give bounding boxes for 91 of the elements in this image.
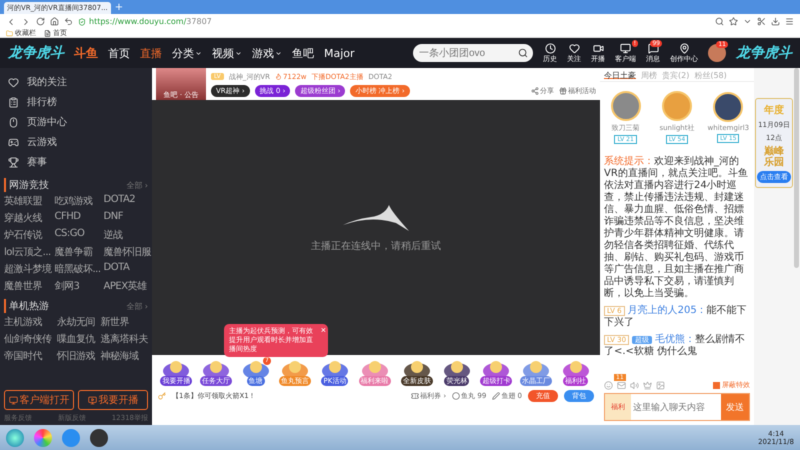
undo-icon[interactable] [64, 17, 73, 26]
category-link[interactable]: DOTA2 [104, 194, 152, 208]
caret-icon [235, 50, 242, 56]
category-link[interactable]: CS:GO [54, 228, 101, 242]
coupon-icon [411, 392, 420, 400]
sidebar-item[interactable]: 我的关注 [4, 72, 148, 92]
live-icon [88, 396, 96, 404]
sidebar-item[interactable]: 赛事 [4, 152, 148, 172]
category-link[interactable]: 魔兽怀旧服 [104, 245, 152, 259]
live-icon [592, 42, 604, 54]
share-icon [531, 86, 539, 94]
key-icon [158, 392, 166, 400]
home-icon[interactable] [50, 17, 59, 26]
message-icon [648, 42, 658, 54]
sidebar-button[interactable]: 客户端打开 [4, 390, 74, 410]
caret-icon [275, 50, 282, 56]
category-link[interactable]: 帝国时代 [4, 349, 52, 363]
client-icon [620, 42, 631, 54]
category-link[interactable]: lol云顶之... [4, 245, 52, 259]
fish-icon [341, 202, 411, 232]
site-logo[interactable]: 斗鱼 [74, 44, 98, 62]
nav-link[interactable]: 首页 [108, 46, 130, 60]
browser-icon[interactable] [34, 428, 52, 446]
category-link[interactable]: 喋血复仇 [57, 332, 95, 346]
nav-link[interactable]: 视频 [212, 46, 242, 60]
nav-link[interactable]: 鱼吧 [292, 46, 314, 60]
download-icon[interactable] [771, 17, 780, 26]
client-icon [8, 396, 18, 404]
category-link[interactable]: CFHD [54, 211, 101, 225]
nav-link[interactable]: 游戏 [252, 46, 282, 60]
menu-icon[interactable] [785, 17, 794, 26]
nav-link[interactable]: 直播 [140, 46, 162, 60]
caret-icon [195, 50, 202, 56]
scissors-icon[interactable] [757, 17, 766, 26]
category-link[interactable]: 永劫无间 [57, 315, 95, 329]
reload-icon[interactable] [36, 17, 45, 26]
category-link[interactable]: 炉石传说 [4, 228, 52, 242]
category-link[interactable]: 超激斗梦境 [4, 262, 52, 276]
sidebar-item[interactable]: 排行榜 [4, 92, 148, 112]
follow-icon [8, 76, 19, 88]
category-link[interactable]: DOTA [104, 262, 152, 276]
category-link[interactable]: APEX英雄 [104, 279, 152, 293]
folder-icon [6, 30, 13, 36]
chat-tab[interactable]: 今日土豪 [604, 70, 636, 79]
category-link[interactable]: 英雄联盟 [4, 194, 52, 208]
category-link[interactable]: 怀旧游戏 [57, 349, 95, 363]
history-icon [544, 42, 556, 54]
nav-link[interactable]: Major [324, 46, 355, 60]
star-icon[interactable] [729, 17, 738, 26]
nav-link[interactable]: 分类 [172, 46, 202, 60]
address-field[interactable]: https://www.douyu.com/37807 [78, 17, 710, 26]
category-link[interactable]: 仙剑奇侠传 [4, 332, 52, 346]
event-logo: 龙争虎斗 [8, 44, 64, 62]
search-icon[interactable] [715, 17, 724, 26]
category-link[interactable]: 暗黑破坏... [54, 262, 101, 276]
category-link[interactable]: 剑网3 [54, 279, 101, 293]
category-link[interactable]: 神秘海域 [100, 349, 148, 363]
new-tab-button[interactable]: + [114, 2, 124, 14]
close-button[interactable]: × [320, 325, 326, 335]
system-message: 系统提示：欢迎来到战神_河的VR的直播间，就点关注吧。斗鱼依法对直播内容进行24小时巡查，禁止传播违法违规、封建迷信、暴力血腥、低俗色情、招嫖诈骗违禁品等不良信息，坚决维护青少年群体精神文明健康。请勿轻信各类招聘征婚、代练代抽、刷钻、购买礼包码、游戏币等广告信息，且如主播在推广商品中诱导私下交易，请谨慎判断，以免上当受骗。 [604, 156, 749, 300]
category-link[interactable]: 魔兽世界 [4, 279, 52, 293]
search-icon[interactable] [518, 48, 528, 58]
category-link[interactable]: DNF [104, 211, 152, 225]
category-link[interactable]: 逃离塔科夫 [100, 332, 148, 346]
flame-icon [274, 73, 282, 80]
section-title: 单机热游 [4, 299, 49, 313]
more-link[interactable]: 全部 › [126, 300, 148, 312]
shield-icon [78, 18, 86, 26]
rank-icon [8, 96, 19, 108]
mail-icon[interactable] [617, 380, 626, 390]
status-text: 主播正在连线中，请稍后重试 [311, 240, 441, 252]
section-title: 网游竞技 [4, 178, 49, 192]
category-link[interactable]: 新世界 [100, 315, 148, 329]
category-link[interactable]: 魔兽争霸 [54, 245, 101, 259]
category-link[interactable]: 穿越火线 [4, 211, 52, 225]
start-button[interactable] [6, 428, 24, 446]
match-icon [8, 156, 19, 168]
follow-icon [568, 42, 580, 54]
app-icon[interactable] [90, 428, 108, 446]
sidebar-item[interactable]: 云游戏 [4, 132, 148, 152]
category-link[interactable]: 吃鸡游戏 [54, 194, 101, 208]
user-avatar[interactable] [713, 92, 744, 122]
event-logo: 龙争虎斗 [736, 44, 792, 62]
category-link[interactable]: 主机游戏 [4, 315, 52, 329]
sidebar-item[interactable]: 页游中心 [4, 112, 148, 132]
more-link[interactable]: 全部 › [126, 180, 148, 190]
category-link[interactable]: 逆战 [104, 228, 152, 242]
page-icon [44, 30, 51, 36]
dropdown-icon[interactable] [743, 17, 752, 26]
search-field[interactable]: 一条小团团ovo [413, 44, 533, 62]
sidebar-button[interactable]: 我要开播 [78, 390, 148, 410]
